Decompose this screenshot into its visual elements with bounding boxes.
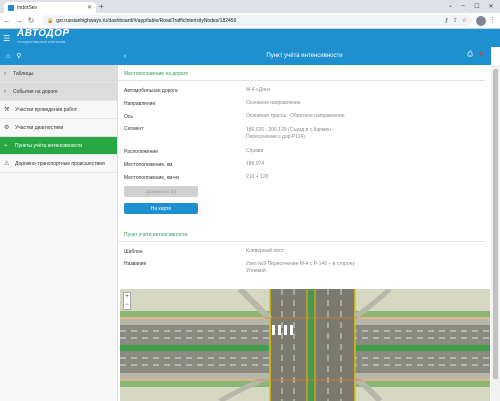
location-section-title: Местоположение на дороге [118,65,485,81]
bookmark-star-icon[interactable]: ☆ [462,17,467,24]
sidebar-item-label: Участки проведения работ [15,106,77,113]
url-input[interactable]: 🔒 gsr.russianhighways.ru/dashboard/#/app… [42,15,472,26]
back-icon[interactable]: ← [2,16,12,25]
content-toolbar: ‹ Пункт учёта интенсивности ⎙ ♥ [118,47,491,65]
scrollbar-thumb[interactable] [493,69,498,379]
chevron-left-icon: ‹ [4,88,6,95]
favorite-heart-icon[interactable]: ♥ [479,51,483,59]
diagnostics-icon: ⚙ [4,125,10,131]
field-value: 186,026 - 206,129 (Съезд в с.Кармен - Пе… [246,127,334,140]
field-label: Автомобильная дорога [124,87,178,94]
hamburger-menu-icon[interactable]: ☰ [3,34,17,43]
home-icon[interactable]: ⌂ [6,53,10,60]
browser-tab-bar: IndorSev ✕ + ⌄ – ☐ ✕ [0,0,500,13]
map-view[interactable]: + − [120,289,490,401]
lock-icon[interactable]: 🔒 [47,18,53,24]
field-row: Местоположение, км 186,074 [118,158,491,171]
zoom-out-button[interactable]: − [124,301,130,309]
new-tab-icon[interactable]: + [99,2,104,12]
sidebar-item-diagnostics[interactable]: ⚙ Участки диагностики [0,119,117,137]
reload-icon[interactable]: ↻ [26,16,36,25]
maximize-icon[interactable]: ☐ [470,0,484,12]
field-value: Узел №9 Пересечение М-4 с Р-140 – в стор… [246,261,355,274]
tab-search-icon[interactable]: ⌄ [448,2,453,9]
show-on-map-button[interactable]: На карте [124,203,198,214]
sidebar-item-accidents[interactable]: ⚠ Дорожно-транспортные происшествия [0,155,117,173]
browser-tab[interactable]: IndorSev ✕ [4,2,96,13]
field-row: Название Узел №9 Пересечение М-4 с Р-140… [118,258,491,278]
field-label: Местоположение, км [124,161,173,168]
zoom-in-button[interactable]: + [124,293,130,301]
field-value: Основное направление [246,100,301,106]
profile-avatar[interactable] [476,16,486,26]
field-value: 186,074 [246,161,265,167]
field-row: Местоположение, км+м 210 + 120 [118,171,491,184]
sidebar-item-label: Участки диагностики [15,124,64,131]
field-row: Автомобильная дорога М-4 «Дон» [118,84,491,97]
field-label: Местоположение, км+м [124,174,179,181]
field-label: Расположение [124,148,158,155]
window-close-icon[interactable]: ✕ [484,0,498,12]
print-icon[interactable]: ⎙ [467,51,473,59]
field-label: Ось [124,113,133,120]
counter-section-title: Пункт учета интенсивности [118,226,485,242]
close-tab-icon[interactable]: ✕ [87,4,92,11]
sidebar-item-traffic-counters[interactable]: ⌁ Пункты учёта интенсивности [0,137,117,155]
field-row: Направление Основное направление [118,97,491,110]
sidebar-item-tables[interactable]: ‹ Таблицы [0,65,117,83]
sidebar-item-label: Дорожно-транспортные происшествия [15,160,105,167]
app-header: ☰ АВТОДОР ГОСУДАРСТВЕННАЯ КОМПАНИЯ [0,29,500,47]
key-icon[interactable]: ⚷ [444,17,448,24]
field-value: Справа [246,148,264,154]
forward-icon[interactable]: → [14,16,24,25]
tab-title: IndorSev [17,4,38,11]
search-icon[interactable]: ⚲ [16,52,21,60]
traffic-counter-icon: ⌁ [4,143,8,149]
field-label: Сегмент [124,126,144,132]
field-value: 210 + 120 [246,174,269,180]
documents-button[interactable]: Документы (0) [124,186,198,197]
sidebar: ‹ Таблицы ‹ События на дороге ⚒ Участки … [0,65,118,401]
field-row: Шаблон Клеверный лист [118,245,491,258]
share-icon[interactable]: ⇪ [453,17,458,24]
scrollbar[interactable] [491,65,500,401]
field-label: Шаблон [124,248,143,255]
sidebar-item-label: Пункты учёта интенсивности [15,142,83,149]
field-value: М-4 «Дон» [246,87,271,93]
field-value: Основная трасса : Обратное направление [246,113,345,119]
sidebar-item-roadworks[interactable]: ⚒ Участки проведения работ [0,101,117,119]
sidebar-item-road-events[interactable]: ‹ События на дороге [0,83,117,101]
map-zoom-control: + − [123,292,131,310]
url-text: gsr.russianhighways.ru/dashboard/#/app/t… [56,17,237,24]
window-controls: – ☐ ✕ [456,0,498,12]
logo[interactable]: АВТОДОР ГОСУДАРСТВЕННАЯ КОМПАНИЯ [17,29,70,47]
logo-subtitle: ГОСУДАРСТВЕННАЯ КОМПАНИЯ [17,40,66,44]
field-row: Сегмент 186,026 - 206,129 (Съезд в с.Кар… [118,123,491,145]
field-label: Название [124,261,147,267]
accident-icon: ⚠ [4,161,10,167]
chevron-left-icon: ‹ [4,70,6,77]
field-value: Клеверный лист [246,248,284,254]
browser-menu-icon[interactable]: ⋮ [489,16,496,24]
map-canvas [120,289,490,401]
sidebar-toolbar: ⌂ ⚲ [0,47,118,65]
field-row: Расположение Справа [118,145,491,158]
field-label: Направление [124,100,156,107]
favicon-icon [8,4,14,11]
page-title: Пункт учёта интенсивности [266,53,343,59]
sidebar-item-label: Таблицы [13,70,34,77]
address-bar-row: ← → ↻ 🔒 gsr.russianhighways.ru/dashboard… [0,13,500,29]
roadwork-icon: ⚒ [4,107,10,113]
minimize-icon[interactable]: – [456,0,470,12]
field-row: Ось Основная трасса : Обратное направлен… [118,110,491,123]
sidebar-item-label: События на дороге [13,88,58,95]
